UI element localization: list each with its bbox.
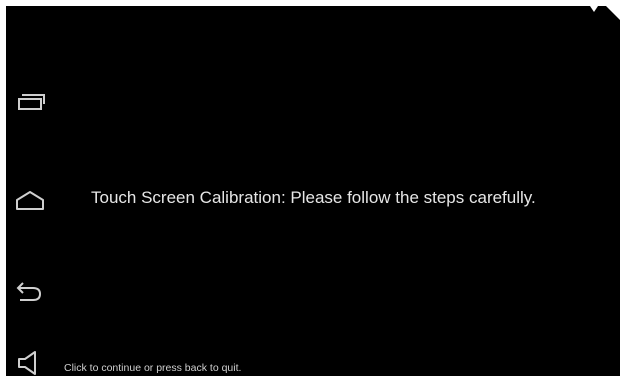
home-icon <box>16 191 44 210</box>
back-button[interactable] <box>8 272 52 312</box>
calibration-screen[interactable]: Touch Screen Calibration: Please follow … <box>6 6 620 376</box>
back-icon <box>16 282 42 301</box>
home-button[interactable] <box>8 180 52 220</box>
continue-hint: Click to continue or press back to quit. <box>64 362 242 374</box>
volume-button[interactable] <box>8 343 52 376</box>
recent-apps-button[interactable] <box>8 82 52 122</box>
corner-decoration <box>590 6 620 20</box>
recent-apps-icon <box>18 94 45 110</box>
calibration-message: Touch Screen Calibration: Please follow … <box>91 188 536 207</box>
volume-icon <box>18 351 36 375</box>
